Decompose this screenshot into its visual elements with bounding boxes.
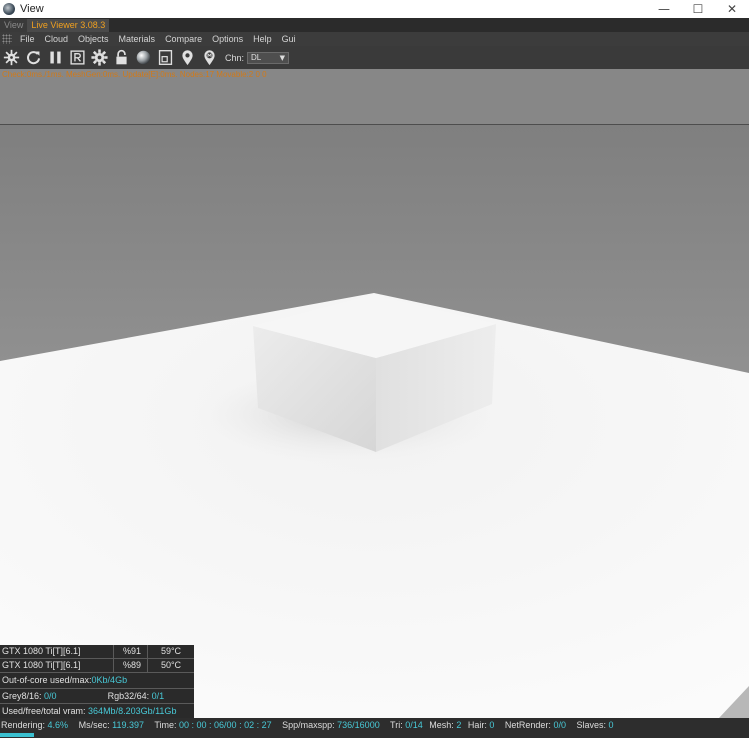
render-progress-bar [0, 732, 749, 738]
menu-materials[interactable]: Materials [114, 34, 161, 44]
menu-objects[interactable]: Objects [73, 34, 114, 44]
pick-focus-icon [182, 50, 193, 66]
stats-bar: Check:0ms./1ms. MeshGen:0ms. Update[E]:0… [0, 69, 749, 125]
render-image [0, 125, 749, 718]
preferences-button[interactable] [90, 48, 109, 67]
window-controls: — ☐ ✕ [647, 0, 749, 18]
menu-compare[interactable]: Compare [160, 34, 207, 44]
rgb-value: 0/1 [151, 691, 165, 701]
status-bar: Rendering: 4.6% Ms/sec: 119.397 Time: 00… [0, 718, 749, 732]
chevron-down-icon: ▼ [279, 53, 286, 62]
grey-value: 0/0 [44, 691, 57, 701]
gear-icon [91, 49, 108, 66]
viewport-frame-button[interactable] [156, 48, 175, 67]
menu-file[interactable]: File [15, 34, 40, 44]
gpu-name: GTX 1080 Ti[T][6.1] [0, 645, 114, 658]
menu-bar: File Cloud Objects Materials Compare Opt… [0, 32, 749, 46]
mesh-value: 2 [456, 720, 462, 730]
maximize-button[interactable]: ☐ [681, 0, 715, 18]
rgb-label: Rgb32/64: [107, 691, 150, 701]
render-viewport[interactable] [0, 125, 749, 718]
pause-icon [50, 51, 61, 64]
lock-icon [116, 49, 127, 65]
channel-label: Chn: [225, 52, 245, 63]
menu-grip-icon [2, 34, 12, 44]
out-of-core-label: Out-of-core used/max: [2, 675, 92, 685]
tab-live-viewer[interactable]: Live Viewer 3.08.3 [27, 19, 110, 32]
toolbar: Chn: DL ▼ [0, 46, 749, 69]
gpu-utilization: %91 [114, 645, 148, 658]
gpu-table: GTX 1080 Ti[T][6.1] %91 59°C GTX 1080 Ti… [0, 645, 194, 673]
vram-value: 364Mb/8.203Gb/11Gb [88, 706, 177, 716]
material-sphere-button[interactable] [134, 48, 153, 67]
pick-focus-button[interactable] [178, 48, 197, 67]
refresh-icon [27, 51, 41, 65]
refresh-button[interactable] [24, 48, 43, 67]
slaves-value: 0 [608, 720, 614, 730]
render-region-icon [70, 50, 85, 65]
time-value: 00 : 00 : 06/00 : 02 : 27 [179, 720, 272, 730]
ms-label: Ms/sec: [78, 720, 110, 730]
out-of-core-row: Out-of-core used/max:0Kb/4Gb [0, 673, 194, 688]
gpu-row: GTX 1080 Ti[T][6.1] %91 59°C [0, 645, 194, 659]
app-logo-icon [3, 3, 15, 15]
render-progress-fill [0, 733, 34, 737]
resize-grip-icon[interactable] [719, 686, 749, 718]
vram-label: Used/free/total vram: [2, 706, 86, 716]
rendering-value: 4.6% [47, 720, 69, 730]
spp-value: 736/16000 [337, 720, 380, 730]
tri-label: Tri: [390, 720, 403, 730]
window-title: View [20, 3, 44, 15]
settings-gear-button[interactable] [2, 48, 21, 67]
ms-value: 119.397 [112, 720, 144, 730]
pick-material-button[interactable] [200, 48, 219, 67]
textures-row: Grey8/16: 0/0 Rgb32/64: 0/1 [0, 688, 194, 703]
tab-view[interactable]: View [0, 19, 28, 32]
pick-material-icon [204, 50, 215, 66]
title-bar: View — ☐ ✕ [0, 0, 749, 18]
time-label: Time: [154, 720, 177, 730]
menu-options[interactable]: Options [207, 34, 248, 44]
gpu-name: GTX 1080 Ti[T][6.1] [0, 659, 114, 672]
channel-select[interactable]: DL ▼ [247, 51, 290, 64]
menu-gui[interactable]: Gui [277, 34, 301, 44]
grey-label: Grey8/16: [2, 691, 42, 701]
out-of-core-value: 0Kb/4Gb [91, 675, 128, 685]
tri-value: 0/14 [405, 720, 423, 730]
gpu-row: GTX 1080 Ti[T][6.1] %89 50°C [0, 659, 194, 673]
close-button[interactable]: ✕ [715, 0, 749, 18]
netrender-value: 0/0 [553, 720, 566, 730]
menu-cloud[interactable]: Cloud [40, 34, 74, 44]
hair-label: Hair: [467, 720, 487, 730]
render-region-button[interactable] [68, 48, 87, 67]
netrender-label: NetRender: [504, 720, 551, 730]
viewport-frame-icon [158, 50, 173, 65]
stats-line: Check:0ms./1ms. MeshGen:0ms. Update[E]:0… [2, 70, 267, 79]
rendering-label: Rendering: [1, 720, 46, 730]
gpu-temperature: 50°C [160, 660, 182, 670]
vram-row: Used/free/total vram: 364Mb/8.203Gb/11Gb [0, 703, 194, 718]
material-sphere-icon [136, 50, 151, 65]
hair-value: 0 [489, 720, 495, 730]
menu-help[interactable]: Help [248, 34, 277, 44]
channel-select-value: DL [251, 53, 262, 62]
spp-label: Spp/maxspp: [282, 720, 335, 730]
tab-bar: View Live Viewer 3.08.3 [0, 18, 749, 32]
settings-gear-icon [3, 49, 20, 66]
mesh-label: Mesh: [429, 720, 454, 730]
minimize-button[interactable]: — [647, 0, 681, 18]
pause-button[interactable] [46, 48, 65, 67]
gpu-temperature: 59°C [160, 646, 182, 656]
lock-button[interactable] [112, 48, 131, 67]
slaves-label: Slaves: [576, 720, 606, 730]
gpu-utilization: %89 [114, 659, 148, 672]
